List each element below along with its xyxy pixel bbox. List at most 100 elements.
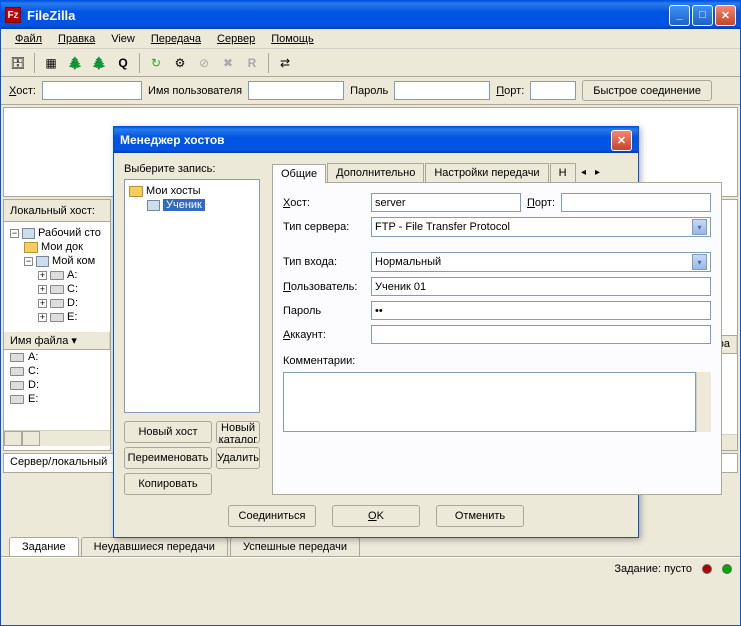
- dialog-tabs: Общие Дополнительно Настройки передачи Н…: [272, 163, 722, 183]
- desktop-icon: [22, 228, 35, 239]
- ok-button[interactable]: OK: [332, 505, 420, 527]
- quick-connect-button[interactable]: Быстрое соединение: [582, 80, 712, 101]
- dialog-pass-input[interactable]: [371, 301, 711, 320]
- tab-scroll-left-icon[interactable]: ◂: [577, 164, 591, 182]
- expander-icon[interactable]: −: [24, 257, 33, 266]
- tab-transfer-settings[interactable]: Настройки передачи: [425, 163, 548, 182]
- menu-view[interactable]: View: [103, 31, 143, 47]
- local-host-label: Локальный хост:: [4, 200, 110, 222]
- reconnect-icon[interactable]: R: [241, 52, 263, 74]
- sort-icon: ▾: [71, 335, 77, 347]
- dialog-titlebar: Менеджер хостов ✕: [114, 127, 638, 153]
- comments-textarea[interactable]: [283, 372, 696, 432]
- col-filename[interactable]: Имя файла ▾: [4, 332, 110, 349]
- port-label: Порт:: [496, 85, 524, 97]
- dialog-host-input[interactable]: [371, 193, 521, 212]
- status-task: Задание: пусто: [614, 563, 692, 575]
- queue-icon[interactable]: Q: [112, 52, 134, 74]
- toolbar-icon[interactable]: 🌲: [64, 52, 86, 74]
- pass-label: Пароль: [350, 85, 388, 97]
- tab-general[interactable]: Общие: [272, 164, 326, 183]
- delete-button[interactable]: Удалить: [216, 447, 260, 469]
- tab-more[interactable]: Н: [550, 163, 576, 182]
- menu-help[interactable]: Помощь: [263, 31, 322, 47]
- new-folder-button[interactable]: Новый каталог: [216, 421, 260, 443]
- cancel-button[interactable]: Отменить: [436, 505, 524, 527]
- login-type-label: Тип входа:: [283, 256, 365, 268]
- expander-icon[interactable]: +: [38, 299, 47, 308]
- server-type-label: Тип сервера:: [283, 221, 365, 233]
- pass-input[interactable]: [394, 81, 490, 100]
- disconnect-icon[interactable]: ✖: [217, 52, 239, 74]
- toolbar-icon[interactable]: ▦: [40, 52, 62, 74]
- copy-button[interactable]: Копировать: [124, 473, 212, 495]
- tab-scroll-right-icon[interactable]: ▸: [591, 164, 605, 182]
- local-panel: Локальный хост: −Рабочий сто Мои док −Мо…: [3, 199, 111, 451]
- dialog-pass-label: Пароль: [283, 305, 365, 317]
- computer-icon: [36, 256, 49, 267]
- user-input[interactable]: [248, 81, 344, 100]
- tab-failed[interactable]: Неудавшиеся передачи: [81, 537, 228, 556]
- filter-icon[interactable]: ⇄: [274, 52, 296, 74]
- port-label: Порт:: [527, 197, 555, 209]
- host-entry-selected[interactable]: Ученик: [163, 199, 205, 211]
- expander-icon[interactable]: +: [38, 285, 47, 294]
- server-type-select[interactable]: FTP - File Transfer Protocol▾: [371, 217, 711, 237]
- menu-edit[interactable]: Правка: [50, 31, 103, 47]
- tab-task[interactable]: Задание: [9, 537, 79, 556]
- chevron-down-icon: ▾: [692, 254, 707, 270]
- menu-transfer[interactable]: Передача: [143, 31, 209, 47]
- account-label: Аккаунт:: [283, 329, 365, 341]
- account-input[interactable]: [371, 325, 711, 344]
- local-file-list[interactable]: A: C: D: E:: [4, 350, 110, 430]
- expander-icon[interactable]: +: [38, 313, 47, 322]
- dialog-port-input[interactable]: [561, 193, 711, 212]
- tab-success[interactable]: Успешные передачи: [230, 537, 360, 556]
- tab-advanced[interactable]: Дополнительно: [327, 163, 424, 182]
- user-label: Имя пользователя: [148, 85, 242, 97]
- drive-icon: [10, 395, 24, 404]
- site-manager-icon[interactable]: 🗄: [7, 52, 29, 74]
- menu-server[interactable]: Сервер: [209, 31, 263, 47]
- chevron-down-icon: ▾: [692, 219, 707, 235]
- drive-icon: [10, 353, 24, 362]
- dialog-user-label: Пользователь:: [283, 281, 365, 293]
- login-type-select[interactable]: Нормальный▾: [371, 252, 711, 272]
- led-icon: [722, 564, 732, 574]
- new-host-button[interactable]: Новый хост: [124, 421, 212, 443]
- refresh-icon[interactable]: ↻: [145, 52, 167, 74]
- host-label: Хост:: [9, 85, 36, 97]
- rename-button[interactable]: Переименовать: [124, 447, 212, 469]
- cancel-icon[interactable]: ⊘: [193, 52, 215, 74]
- separator: [34, 53, 35, 73]
- expander-icon[interactable]: −: [10, 229, 19, 238]
- menu-file[interactable]: Файл: [7, 31, 50, 47]
- dialog-close-button[interactable]: ✕: [611, 130, 632, 151]
- maximize-button[interactable]: □: [692, 5, 713, 26]
- connect-button[interactable]: Соединиться: [228, 505, 316, 527]
- main-titlebar: Fz FileZilla _ □ ✕: [1, 1, 740, 29]
- site-manager-dialog: Менеджер хостов ✕ Выберите запись: Мои х…: [113, 126, 639, 538]
- scrollbar-horizontal[interactable]: [4, 430, 110, 446]
- dialog-user-input[interactable]: [371, 277, 711, 296]
- close-button[interactable]: ✕: [715, 5, 736, 26]
- host-label: Хост:: [283, 197, 365, 209]
- minimize-button[interactable]: _: [669, 5, 690, 26]
- folder-icon: [24, 242, 38, 253]
- drive-icon: [50, 299, 64, 308]
- process-icon[interactable]: ⚙: [169, 52, 191, 74]
- app-title: FileZilla: [27, 8, 669, 23]
- toolbar-icon[interactable]: 🌲: [88, 52, 110, 74]
- folder-icon: [129, 186, 143, 197]
- drive-icon: [50, 271, 64, 280]
- expander-icon[interactable]: +: [38, 271, 47, 280]
- app-icon: Fz: [5, 7, 21, 23]
- separator: [139, 53, 140, 73]
- host-input[interactable]: [42, 81, 142, 100]
- port-input[interactable]: [530, 81, 576, 100]
- host-tree[interactable]: Мои хосты Ученик: [124, 179, 260, 413]
- toolbar: 🗄 ▦ 🌲 🌲 Q ↻ ⚙ ⊘ ✖ R ⇄: [1, 49, 740, 77]
- led-icon: [702, 564, 712, 574]
- scrollbar-vertical[interactable]: [696, 372, 711, 432]
- local-tree[interactable]: −Рабочий сто Мои док −Мой ком +A: +C: +D…: [4, 222, 110, 332]
